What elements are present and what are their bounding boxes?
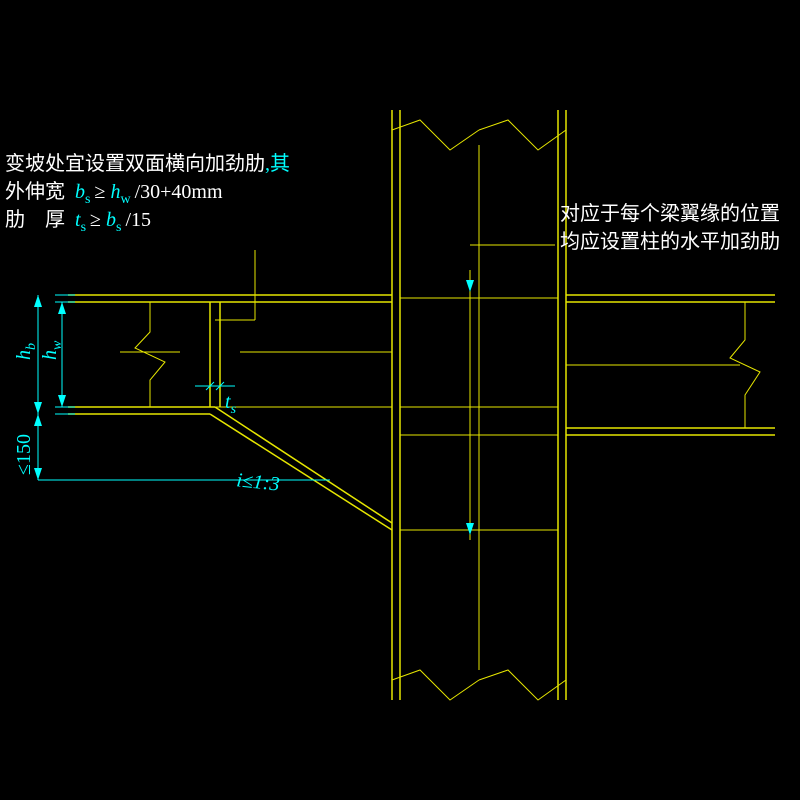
column-top-break-l xyxy=(392,120,479,150)
leader-arr-2 xyxy=(466,523,474,535)
note-right-2: 均应设置柱的水平加劲肋 xyxy=(560,230,780,253)
arr-hb-t xyxy=(34,295,42,307)
arr-hw-b xyxy=(58,395,66,407)
dim-hw-label: hw xyxy=(39,340,65,360)
haunch-top xyxy=(215,407,392,523)
l-beam-break xyxy=(135,302,165,407)
note-right-1: 对应于每个梁翼缘的位置 xyxy=(560,202,780,225)
dim-150-label: ≤150 xyxy=(13,434,35,475)
arr-150-t xyxy=(34,414,42,426)
slope-label: i≤1:3 xyxy=(235,469,280,495)
note-left-3: 肋 厚 ts ≥ bs /15 xyxy=(5,208,151,235)
dim-hb-label: hb xyxy=(13,343,39,360)
note-left-2: 外伸宽 bs ≥ hw /30+40mm xyxy=(5,180,223,207)
arr-hw-t xyxy=(58,302,66,314)
column-bot-break-r xyxy=(479,670,566,700)
arr-hb-b xyxy=(34,402,42,414)
note-left-1a: 变坡处宜设置双面横向加劲肋,其 xyxy=(5,152,290,175)
cad-diagram: 变坡处宜设置双面横向加劲肋,其 外伸宽 bs ≥ hw /30+40mm 肋 厚… xyxy=(0,0,800,800)
leader-arr-1 xyxy=(466,280,474,292)
column-bot-break-l xyxy=(392,670,479,700)
dim-ts-label: ts xyxy=(225,391,237,417)
arr-150-b xyxy=(34,468,42,480)
column-top-break-r xyxy=(479,120,566,150)
